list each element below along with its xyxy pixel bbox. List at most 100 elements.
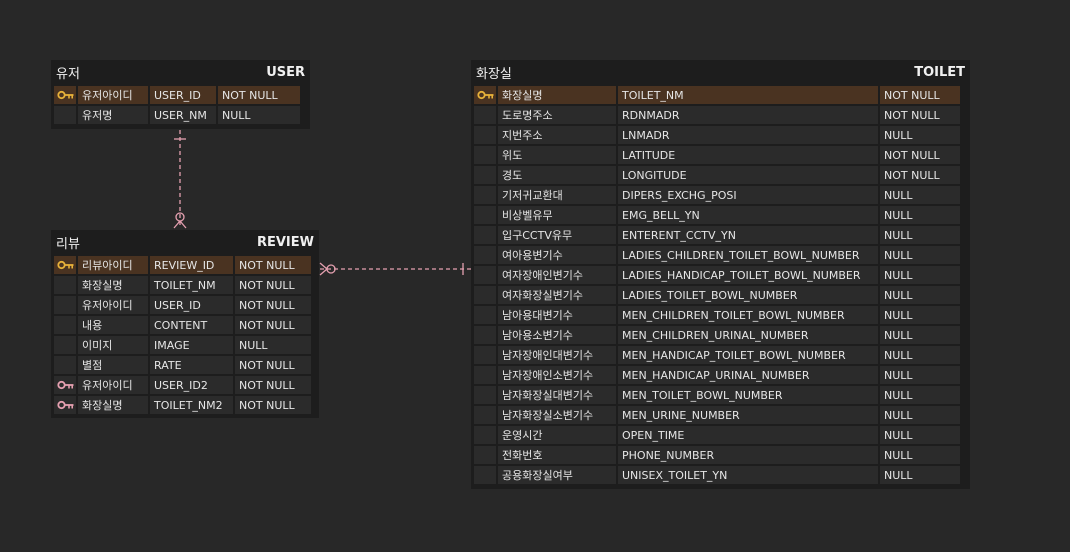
column-row[interactable]: 유저아이디 USER_ID2 NOT NULL — [54, 376, 316, 394]
column-row[interactable]: 이미지 IMAGE NULL — [54, 336, 316, 354]
column-logical-name: 지번주소 — [498, 126, 616, 144]
key-cell — [474, 146, 496, 164]
column-logical-name: 남자화장실소변기수 — [498, 406, 616, 424]
column-row[interactable]: 입구CCTV유무 ENTERENT_CCTV_YN NULL — [474, 226, 967, 244]
column-physical-name: MEN_CHILDREN_TOILET_BOWL_NUMBER — [618, 306, 878, 324]
column-nullable: NULL — [880, 406, 960, 424]
entity-header: 화장실 TOILET — [474, 60, 967, 84]
column-logical-name: 유저아이디 — [78, 86, 148, 104]
column-logical-name: 공용화장실여부 — [498, 466, 616, 484]
column-logical-name: 입구CCTV유무 — [498, 226, 616, 244]
primary-key-icon — [54, 86, 76, 104]
column-physical-name: MEN_URINE_NUMBER — [618, 406, 878, 424]
column-row[interactable]: 공용화장실여부 UNISEX_TOILET_YN NULL — [474, 466, 967, 484]
column-list: 유저아이디 USER_ID NOT NULL 유저명 USER_NM NULL — [54, 86, 307, 124]
column-physical-name: LONGITUDE — [618, 166, 878, 184]
column-row[interactable]: 유저아이디 USER_ID NOT NULL — [54, 86, 307, 104]
column-row[interactable]: 비상벨유무 EMG_BELL_YN NULL — [474, 206, 967, 224]
column-row[interactable]: 화장실명 TOILET_NM2 NOT NULL — [54, 396, 316, 414]
column-nullable: NOT NULL — [235, 396, 311, 414]
column-row[interactable]: 유저명 USER_NM NULL — [54, 106, 307, 124]
column-physical-name: LATITUDE — [618, 146, 878, 164]
column-row[interactable]: 여자화장실변기수 LADIES_TOILET_BOWL_NUMBER NULL — [474, 286, 967, 304]
column-row[interactable]: 여자장애인변기수 LADIES_HANDICAP_TOILET_BOWL_NUMB… — [474, 266, 967, 284]
foreign-key-icon — [54, 396, 76, 414]
entity-physical-name: REVIEW — [256, 234, 314, 250]
column-row[interactable]: 도로명주소 RDNMADR NOT NULL — [474, 106, 967, 124]
column-row[interactable]: 리뷰아이디 REVIEW_ID NOT NULL — [54, 256, 316, 274]
key-cell — [54, 276, 76, 294]
column-logical-name: 유저아이디 — [78, 376, 148, 394]
column-nullable: NOT NULL — [880, 106, 960, 124]
column-logical-name: 남자화장실대변기수 — [498, 386, 616, 404]
column-row[interactable]: 운영시간 OPEN_TIME NULL — [474, 426, 967, 444]
column-row[interactable]: 화장실명 TOILET_NM NOT NULL — [474, 86, 967, 104]
column-row[interactable]: 여아용변기수 LADIES_CHILDREN_TOILET_BOWL_NUMBER… — [474, 246, 967, 264]
column-physical-name: PHONE_NUMBER — [618, 446, 878, 464]
toilet-review-relationship[interactable] — [319, 262, 471, 276]
column-physical-name: ENTERENT_CCTV_YN — [618, 226, 878, 244]
entity-logical-name: 유저 — [56, 66, 80, 82]
entity-toilet[interactable]: 화장실 TOILET 화장실명 TOILET_NM NOT NULL 도로명주소 RDN… — [471, 60, 970, 489]
column-nullable: NULL — [880, 426, 960, 444]
column-nullable: NULL — [880, 306, 960, 324]
key-cell — [474, 366, 496, 384]
column-logical-name: 내용 — [78, 316, 148, 334]
column-row[interactable]: 남자장애인대변기수 MEN_HANDICAP_TOILET_BOWL_NUMBER… — [474, 346, 967, 364]
key-cell — [474, 106, 496, 124]
column-logical-name: 남자장애인대변기수 — [498, 346, 616, 364]
primary-key-icon — [477, 90, 494, 100]
key-cell — [54, 296, 76, 314]
entity-logical-name: 화장실 — [476, 66, 512, 82]
column-row[interactable]: 화장실명 TOILET_NM NOT NULL — [54, 276, 316, 294]
column-logical-name: 화장실명 — [78, 276, 148, 294]
column-logical-name: 남아용소변기수 — [498, 326, 616, 344]
column-row[interactable]: 남자화장실소변기수 MEN_URINE_NUMBER NULL — [474, 406, 967, 424]
column-row[interactable]: 별점 RATE NOT NULL — [54, 356, 316, 374]
key-cell — [474, 186, 496, 204]
column-row[interactable]: 기저귀교환대 DIPERS_EXCHG_POSI NULL — [474, 186, 967, 204]
column-nullable: NULL — [880, 126, 960, 144]
column-nullable: NULL — [880, 246, 960, 264]
column-physical-name: CONTENT — [150, 316, 233, 334]
column-row[interactable]: 남자장애인소변기수 MEN_HANDICAP_URINAL_NUMBER NULL — [474, 366, 967, 384]
column-physical-name: LNMADR — [618, 126, 878, 144]
column-row[interactable]: 유저아이디 USER_ID NOT NULL — [54, 296, 316, 314]
column-logical-name: 화장실명 — [78, 396, 148, 414]
column-nullable: NOT NULL — [235, 316, 311, 334]
foreign-key-icon — [54, 376, 76, 394]
column-list: 화장실명 TOILET_NM NOT NULL 도로명주소 RDNMADR NOT NUL… — [474, 86, 967, 484]
column-row[interactable]: 전화번호 PHONE_NUMBER NULL — [474, 446, 967, 464]
key-cell — [474, 346, 496, 364]
column-nullable: NULL — [218, 106, 300, 124]
column-logical-name: 도로명주소 — [498, 106, 616, 124]
column-row[interactable]: 경도 LONGITUDE NOT NULL — [474, 166, 967, 184]
column-physical-name: TOILET_NM — [150, 276, 233, 294]
column-nullable: NULL — [880, 186, 960, 204]
column-physical-name: DIPERS_EXCHG_POSI — [618, 186, 878, 204]
column-row[interactable]: 지번주소 LNMADR NULL — [474, 126, 967, 144]
column-physical-name: USER_ID2 — [150, 376, 233, 394]
column-logical-name: 유저명 — [78, 106, 148, 124]
column-nullable: NOT NULL — [880, 86, 960, 104]
column-nullable: NULL — [880, 206, 960, 224]
column-nullable: NULL — [880, 286, 960, 304]
column-logical-name: 남아용대변기수 — [498, 306, 616, 324]
column-row[interactable]: 내용 CONTENT NOT NULL — [54, 316, 316, 334]
column-row[interactable]: 남아용소변기수 MEN_CHILDREN_URINAL_NUMBER NULL — [474, 326, 967, 344]
column-row[interactable]: 위도 LATITUDE NOT NULL — [474, 146, 967, 164]
key-cell — [474, 326, 496, 344]
column-physical-name: LADIES_TOILET_BOWL_NUMBER — [618, 286, 878, 304]
user-review-relationship[interactable] — [173, 130, 187, 229]
column-logical-name: 유저아이디 — [78, 296, 148, 314]
entity-review[interactable]: 리뷰 REVIEW 리뷰아이디 REVIEW_ID NOT NULL 화장실명 TOIL… — [51, 230, 319, 418]
column-row[interactable]: 남아용대변기수 MEN_CHILDREN_TOILET_BOWL_NUMBER NU… — [474, 306, 967, 324]
column-nullable: NOT NULL — [235, 356, 311, 374]
column-physical-name: EMG_BELL_YN — [618, 206, 878, 224]
entity-user[interactable]: 유저 USER 유저아이디 USER_ID NOT NULL 유저명 USER_NM NU… — [51, 60, 310, 129]
column-nullable: NOT NULL — [880, 166, 960, 184]
column-physical-name: MEN_HANDICAP_URINAL_NUMBER — [618, 366, 878, 384]
column-physical-name: OPEN_TIME — [618, 426, 878, 444]
column-row[interactable]: 남자화장실대변기수 MEN_TOILET_BOWL_NUMBER NULL — [474, 386, 967, 404]
column-nullable: NOT NULL — [235, 276, 311, 294]
